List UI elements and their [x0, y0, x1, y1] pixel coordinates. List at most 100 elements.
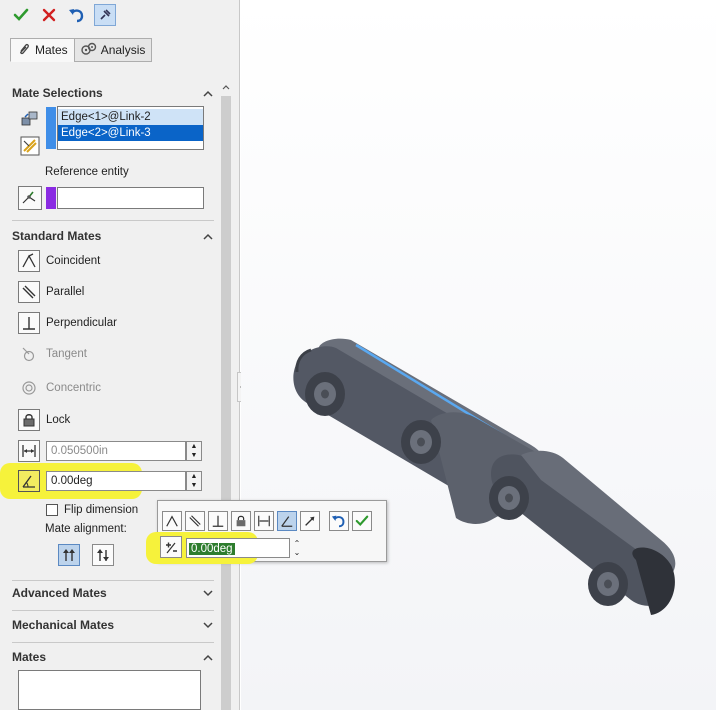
popup-angle-value: 0.00deg	[189, 543, 235, 555]
flip-dimension-row[interactable]: Flip dimension	[46, 504, 138, 516]
mate-lock[interactable]: Lock	[18, 408, 70, 432]
tangent-icon	[18, 343, 40, 365]
chain-link-model	[293, 338, 676, 615]
angle-icon[interactable]	[277, 511, 297, 531]
chevron-down-icon[interactable]	[202, 587, 214, 599]
coincident-icon	[18, 250, 40, 272]
confirm-toolbar	[10, 2, 116, 28]
anti-aligned-button[interactable]	[92, 544, 114, 566]
mate-tangent: Tangent	[18, 342, 87, 366]
distance-input[interactable]: 0.050500in	[46, 441, 186, 461]
mechanical-mates-title: Mechanical Mates	[12, 618, 115, 632]
undo-icon[interactable]	[329, 511, 349, 531]
tab-analysis-label: Analysis	[100, 43, 146, 57]
arrow-icon[interactable]	[300, 511, 320, 531]
list-item[interactable]: Edge<2>@Link-3	[58, 125, 203, 141]
reference-entity-icon[interactable]	[18, 186, 42, 210]
parallel-icon	[18, 281, 40, 303]
reference-color-swatch	[46, 187, 56, 209]
tab-mates[interactable]: Mates	[10, 38, 75, 62]
spin-down-icon[interactable]: ▼	[187, 481, 201, 490]
panel-content: Mate Selections Edge<1>@Link-2 Edge<2>@L…	[0, 80, 214, 710]
graphics-viewport[interactable]	[241, 0, 716, 710]
lock-icon	[18, 409, 40, 431]
distance-icon[interactable]	[254, 511, 274, 531]
tab-analysis[interactable]: Analysis	[73, 38, 153, 62]
popup-angle-icon[interactable]	[160, 536, 182, 558]
property-manager-panel: Mates Analysis Mate Selections Edge<1>@L…	[0, 0, 240, 710]
mate-label: Parallel	[46, 286, 85, 298]
spin-down-icon[interactable]: ▼	[187, 451, 201, 460]
mate-selections-title: Mate Selections	[12, 86, 103, 100]
flip-dimension-checkbox[interactable]	[46, 504, 58, 516]
mate-alignment-buttons	[58, 544, 114, 566]
popup-mate-buttons	[162, 511, 372, 531]
mates-title: Mates	[12, 650, 47, 664]
distance-mate-button[interactable]	[18, 439, 46, 463]
spin-up-icon[interactable]: ▲	[187, 442, 201, 451]
distance-spinner[interactable]: ▲ ▼	[186, 441, 202, 461]
popup-angle-spinner[interactable]: ⌃ ⌄	[291, 538, 303, 558]
tab-bar: Mates Analysis	[10, 38, 153, 62]
mate-label: Lock	[46, 414, 71, 426]
perpendicular-icon	[18, 312, 40, 334]
mechanical-mates-header[interactable]: Mechanical Mates	[12, 614, 214, 636]
angle-input[interactable]: 0.00deg	[46, 471, 186, 491]
coincident-icon[interactable]	[162, 511, 182, 531]
gears-icon	[80, 42, 97, 59]
angle-mate-button[interactable]	[18, 469, 46, 493]
concentric-icon	[18, 377, 40, 399]
chevron-down-icon[interactable]	[202, 619, 214, 631]
section-divider	[12, 220, 214, 221]
selection-filter-icon[interactable]	[18, 106, 42, 130]
panel-scrollbar[interactable]	[219, 80, 233, 710]
scroll-up-icon[interactable]	[219, 80, 233, 94]
mate-selections-list[interactable]: Edge<1>@Link-2 Edge<2>@Link-3	[57, 106, 204, 150]
chevron-up-icon[interactable]	[202, 651, 214, 663]
mate-label: Concentric	[46, 382, 101, 394]
parallel-icon[interactable]	[185, 511, 205, 531]
chevron-up-icon[interactable]	[202, 87, 214, 99]
aligned-button[interactable]	[58, 544, 80, 566]
mates-header[interactable]: Mates	[12, 646, 214, 668]
advanced-mates-title: Advanced Mates	[12, 586, 107, 600]
pin-icon[interactable]	[94, 4, 116, 26]
mate-selections-header[interactable]: Mate Selections	[12, 82, 214, 104]
perpendicular-icon[interactable]	[208, 511, 228, 531]
paperclip-icon	[17, 42, 31, 59]
list-item[interactable]: Edge<1>@Link-2	[58, 109, 203, 125]
undo-icon[interactable]	[66, 4, 88, 26]
mates-list[interactable]	[18, 670, 201, 710]
mate-label: Tangent	[46, 348, 87, 360]
advanced-mates-header[interactable]: Advanced Mates	[12, 582, 214, 604]
mate-coincident[interactable]: Coincident	[18, 249, 100, 273]
angle-spinner[interactable]: ▲ ▼	[186, 471, 202, 491]
mate-parallel[interactable]: Parallel	[18, 280, 84, 304]
selection-color-swatch	[46, 107, 56, 149]
popup-angle-input[interactable]: 0.00deg	[186, 538, 290, 558]
standard-mates-title: Standard Mates	[12, 229, 102, 243]
mate-popup-icon[interactable]	[18, 134, 42, 158]
lock-icon[interactable]	[231, 511, 251, 531]
check-icon[interactable]	[10, 4, 32, 26]
reference-entity-label: Reference entity	[45, 166, 129, 178]
spin-up-icon[interactable]: ▲	[187, 472, 201, 481]
mate-concentric: Concentric	[18, 376, 101, 400]
section-divider	[12, 642, 214, 643]
tab-mates-label: Mates	[35, 43, 68, 57]
reference-entity-box[interactable]	[57, 187, 204, 209]
mate-perpendicular[interactable]: Perpendicular	[18, 311, 117, 335]
x-icon[interactable]	[38, 4, 60, 26]
scroll-thumb[interactable]	[221, 96, 231, 710]
section-divider	[12, 580, 214, 581]
mate-label: Perpendicular	[46, 317, 117, 329]
spin-down-icon[interactable]: ⌄	[294, 548, 301, 557]
check-icon[interactable]	[352, 511, 372, 531]
mate-alignment-label: Mate alignment:	[45, 523, 127, 535]
chevron-up-icon[interactable]	[202, 230, 214, 242]
section-divider	[12, 610, 214, 611]
distance-icon	[18, 440, 40, 462]
spin-up-icon[interactable]: ⌃	[294, 539, 301, 548]
standard-mates-header[interactable]: Standard Mates	[12, 225, 214, 247]
angle-icon	[18, 470, 40, 492]
